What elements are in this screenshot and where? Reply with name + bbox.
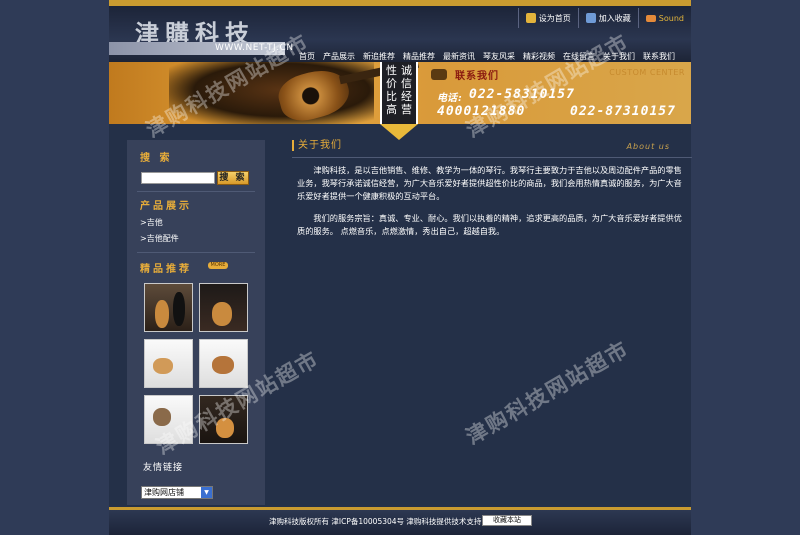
- nav-guestbook[interactable]: 在线留言: [563, 51, 595, 62]
- custom-center-label: CUSTOM CENTER: [609, 68, 685, 77]
- phone-icon: [431, 69, 447, 80]
- divider: [137, 252, 255, 253]
- product-thumb[interactable]: [199, 283, 248, 332]
- sound-toggle[interactable]: Sound: [637, 8, 691, 28]
- left-margin: [0, 0, 109, 535]
- featured-title: 精品推荐: [140, 264, 192, 275]
- tel-number-2: 4000121880: [437, 104, 526, 119]
- about-header: 关于我们 About us: [292, 139, 692, 158]
- search-input[interactable]: [141, 172, 215, 184]
- guitar-image: [212, 302, 232, 326]
- set-homepage-link[interactable]: 设为首页: [517, 8, 578, 28]
- contact-title: 联系我们: [431, 67, 499, 82]
- footer-favorite-button[interactable]: 收藏本站: [482, 515, 532, 526]
- guitar-image: [155, 300, 169, 328]
- guitar-image: [216, 418, 234, 438]
- product-thumb[interactable]: [144, 395, 193, 444]
- nav-members[interactable]: 琴友风采: [483, 51, 515, 62]
- motto-col-2: 性价比高: [386, 64, 397, 116]
- product-thumb[interactable]: [199, 339, 248, 388]
- guitar-image: [212, 356, 234, 374]
- footer: 津购科技版权所有 津ICP备10005304号 津购科技提供技术支持 收藏本站: [109, 510, 691, 535]
- header: 津購科技 WWW.NET-TJ.CN 设为首页 加入收藏 Sound 首页 产品…: [109, 0, 691, 62]
- contact-title-text: 联系我们: [455, 71, 499, 82]
- motto-col-1: 诚信经营: [401, 64, 412, 116]
- nav-home[interactable]: 首页: [299, 51, 315, 62]
- right-margin: [691, 0, 800, 535]
- more-button[interactable]: MORE: [208, 262, 228, 269]
- tel-label: 电话:: [437, 93, 464, 104]
- friends-title: 友情链接: [143, 463, 184, 473]
- guitar-case-image: [173, 292, 185, 326]
- home-icon: [525, 13, 536, 23]
- guitar-body-shape: [274, 63, 354, 124]
- guitar-photo: [169, 62, 419, 124]
- footer-copyright: 津购科技版权所有 津ICP备10005304号 津购科技提供技术支持: [269, 517, 482, 526]
- product-thumb[interactable]: [199, 395, 248, 444]
- tel-number-1: 022-58310157: [469, 87, 575, 102]
- nav-videos[interactable]: 精彩视频: [523, 51, 555, 62]
- product-thumb[interactable]: [144, 283, 193, 332]
- nav-products[interactable]: 产品展示: [323, 51, 355, 62]
- set-homepage-label: 设为首页: [538, 13, 571, 23]
- nav-news[interactable]: 最新资讯: [443, 51, 475, 62]
- chevron-down-icon: ▼: [201, 487, 212, 498]
- nav-about[interactable]: 关于我们: [603, 51, 635, 62]
- about-paragraph-2: 我们的服务宗旨：真诚、专业、耐心。我们以执着的精神，追求更高的品质，为广大音乐爱…: [297, 213, 682, 236]
- category-accessories[interactable]: >吉他配件: [140, 233, 179, 244]
- star-icon: [585, 13, 596, 23]
- logo-url: WWW.NET-TJ.CN: [215, 43, 294, 53]
- category-guitar[interactable]: >吉他: [140, 217, 163, 228]
- about-paragraph-1: 津购科技，是以吉他销售、维修、教学为一体的琴行。我琴行主要致力于吉他以及周边配件…: [297, 165, 682, 201]
- add-favorite-link[interactable]: 加入收藏: [577, 8, 638, 28]
- nav-featured[interactable]: 精品推荐: [403, 51, 435, 62]
- product-thumb[interactable]: [144, 339, 193, 388]
- main-nav: 首页 产品展示 新追推荐 精品推荐 最新资讯 琴友风采 精彩视频 在线留言 关于…: [299, 51, 675, 62]
- products-title: 产品展示: [140, 201, 192, 212]
- nav-contact[interactable]: 联系我们: [643, 51, 675, 62]
- friends-select[interactable]: 津购网店铺 ▼: [141, 486, 213, 499]
- guitar-image: [153, 358, 173, 374]
- tel-number-3: 022-87310157: [570, 104, 676, 119]
- motto-box: 诚信经营 性价比高: [380, 62, 418, 124]
- left-sidebar: 搜 索 搜 索 产品展示 >吉他 >吉他配件 精品推荐 MORE 友情链接 津购…: [127, 140, 265, 505]
- banner: 诚信经营 性价比高 联系我们 CUSTOM CENTER 电话: 022-583…: [109, 62, 691, 124]
- divider: [137, 191, 255, 192]
- about-title-en: About us: [626, 142, 670, 151]
- motto-arrow: [380, 124, 418, 140]
- featured-thumbs: [144, 283, 248, 444]
- search-title: 搜 索: [140, 153, 173, 164]
- about-title: 关于我们: [292, 140, 342, 151]
- search-button[interactable]: 搜 索: [217, 171, 249, 185]
- add-favorite-label: 加入收藏: [598, 13, 631, 23]
- guitar-image: [153, 408, 171, 426]
- nav-new[interactable]: 新追推荐: [363, 51, 395, 62]
- page: 津購科技 WWW.NET-TJ.CN 设为首页 加入收藏 Sound 首页 产品…: [109, 0, 692, 535]
- sound-label: Sound: [658, 13, 684, 23]
- top-links: 设为首页 加入收藏 Sound: [517, 8, 691, 28]
- sound-icon: [645, 14, 656, 22]
- friends-select-value: 津购网店铺: [144, 488, 184, 497]
